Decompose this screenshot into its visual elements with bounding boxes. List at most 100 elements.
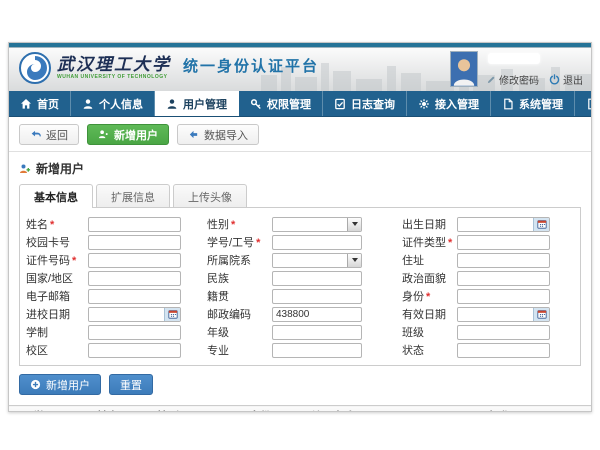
- import-arrow-icon: [188, 129, 199, 140]
- log-icon: [334, 98, 346, 110]
- nav-tab-users[interactable]: 用户管理: [155, 91, 239, 116]
- email-input[interactable]: [88, 289, 181, 304]
- document-icon: [586, 98, 592, 110]
- user-name-redacted: [488, 53, 540, 64]
- major-input[interactable]: [272, 343, 362, 358]
- postal-code-input[interactable]: [272, 307, 362, 322]
- reset-button[interactable]: 重置: [109, 374, 153, 395]
- platform-title: 统一身份认证平台: [183, 55, 319, 82]
- email-label: 电子邮箱: [26, 288, 88, 304]
- gender-dropdown-button[interactable]: [347, 218, 361, 231]
- key-icon: [250, 98, 262, 110]
- required-asterisk: *: [256, 237, 260, 249]
- schooling-length-label: 学制: [26, 324, 88, 340]
- campus-field: 校区: [26, 342, 181, 358]
- native-place-input[interactable]: [272, 289, 362, 304]
- nav-tab-profile[interactable]: 个人信息: [71, 91, 155, 116]
- entry-date-calendar-button[interactable]: [164, 308, 180, 321]
- campus-label: 校区: [26, 342, 88, 358]
- logout-label: 退出: [563, 72, 583, 87]
- nav-tab-label: 用户管理: [183, 96, 227, 112]
- valid-date-input[interactable]: [458, 308, 533, 321]
- nav-tab-label: 个人信息: [99, 96, 143, 112]
- data-import-button[interactable]: 数据导入: [177, 124, 259, 145]
- ethnicity-label: 民族: [207, 270, 272, 286]
- change-password-label: 修改密码: [499, 72, 539, 87]
- department-dropdown-button[interactable]: [347, 254, 361, 267]
- plus-circle-icon: [30, 379, 41, 390]
- birth-date-input[interactable]: [458, 218, 533, 231]
- valid-date-label: 有效日期: [402, 306, 457, 322]
- table-column-header: 性别: [153, 406, 245, 413]
- add-user-toolbar-button[interactable]: 新增用户: [87, 124, 169, 145]
- nav-tab-label: 系统管理: [519, 96, 563, 112]
- country-region-field: 国家/地区: [26, 270, 181, 286]
- submit-add-user-button[interactable]: 新增用户: [19, 374, 101, 395]
- political-status-label: 政治面貌: [402, 270, 457, 286]
- department-field: 所属院系: [207, 252, 362, 268]
- change-password-link[interactable]: 修改密码: [486, 72, 539, 87]
- university-name-en: WUHAN UNIVERSITY OF TECHNOLOGY: [57, 74, 171, 80]
- ethnicity-input[interactable]: [272, 271, 362, 286]
- identity-label: 身份*: [402, 288, 457, 304]
- student-id-label: 学号/工号*: [207, 234, 272, 250]
- id-number-input[interactable]: [88, 253, 181, 268]
- tab-basic-info[interactable]: 基本信息: [19, 184, 93, 208]
- table-header-row: 学号/工号姓名性别身份所属院系操作: [9, 406, 591, 413]
- entry-date-input[interactable]: [89, 308, 164, 321]
- select-all-checkbox[interactable]: [13, 411, 23, 412]
- nav-tab-logs[interactable]: 日志查询: [323, 91, 407, 116]
- schooling-length-input[interactable]: [88, 325, 181, 340]
- required-asterisk: *: [448, 237, 452, 249]
- required-asterisk: *: [231, 219, 235, 231]
- form-row: 校园卡号 学号/工号* 证件类型*: [26, 234, 580, 250]
- nav-tab-home[interactable]: 首页: [9, 91, 71, 116]
- person-icon: [82, 98, 94, 110]
- status-input[interactable]: [457, 343, 550, 358]
- gear-icon: [418, 98, 430, 110]
- calendar-icon: [537, 219, 547, 229]
- tab-extended-info[interactable]: 扩展信息: [96, 184, 170, 208]
- department-input[interactable]: [273, 254, 347, 267]
- valid-date-calendar-button[interactable]: [533, 308, 549, 321]
- table-column-header: 学号/工号: [29, 406, 93, 413]
- name-input[interactable]: [88, 217, 181, 232]
- identity-input[interactable]: [457, 289, 550, 304]
- tab-upload-avatar[interactable]: 上传头像: [173, 184, 247, 208]
- required-asterisk: *: [72, 255, 76, 267]
- student-id-input[interactable]: [272, 235, 362, 250]
- campus-card-label: 校园卡号: [26, 234, 88, 250]
- country-region-input[interactable]: [88, 271, 181, 286]
- gender-input[interactable]: [273, 218, 347, 231]
- postal-code-field: 邮政编码: [207, 306, 362, 322]
- id-type-input[interactable]: [457, 235, 550, 250]
- chevron-down-icon: [352, 222, 358, 226]
- user-list-table: 学号/工号姓名性别身份所属院系操作: [9, 405, 591, 412]
- user-avatar[interactable]: [450, 51, 478, 87]
- political-status-input[interactable]: [457, 271, 550, 286]
- power-icon: [549, 74, 560, 85]
- id-type-label: 证件类型*: [402, 234, 457, 250]
- back-button[interactable]: 返回: [19, 124, 79, 145]
- nav-tab-access[interactable]: 接入管理: [407, 91, 491, 116]
- logout-link[interactable]: 退出: [549, 72, 583, 87]
- header: 武汉理工大学 WUHAN UNIVERSITY OF TECHNOLOGY 统一…: [9, 48, 591, 91]
- address-input[interactable]: [457, 253, 550, 268]
- class-input[interactable]: [457, 325, 550, 340]
- valid-date-date-input: [457, 307, 550, 322]
- submit-add-user-label: 新增用户: [46, 377, 90, 393]
- required-asterisk: *: [50, 219, 54, 231]
- campus-card-input[interactable]: [88, 235, 181, 250]
- grade-input[interactable]: [272, 325, 362, 340]
- document-icon: [502, 98, 514, 110]
- nav-tab-privilege[interactable]: 权限管理: [239, 91, 323, 116]
- nav-tab-system[interactable]: 系统管理: [491, 91, 575, 116]
- native-place-field: 籍贯: [207, 288, 362, 304]
- campus-input[interactable]: [88, 343, 181, 358]
- birth-date-date-input: [457, 217, 550, 232]
- nav-tab-label: 日志查询: [351, 96, 395, 112]
- entry-date-field: 进校日期: [26, 306, 181, 322]
- nav-tab-subscribe[interactable]: 订阅管理: [575, 91, 592, 116]
- birth-date-calendar-button[interactable]: [533, 218, 549, 231]
- add-user-toolbar-label: 新增用户: [114, 127, 158, 143]
